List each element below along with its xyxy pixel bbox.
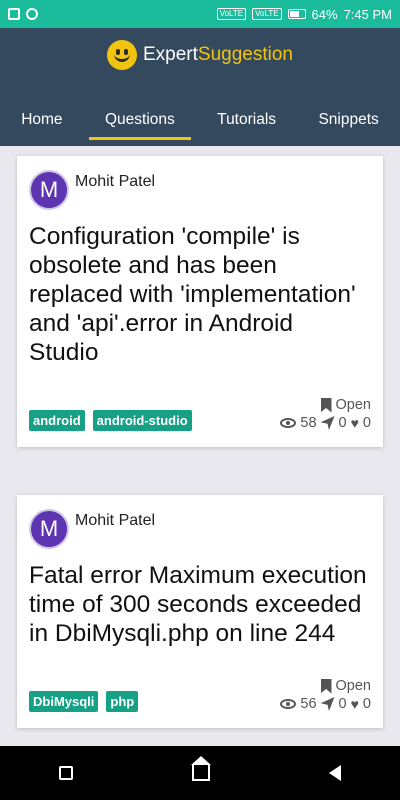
like-count: 0 <box>362 415 371 431</box>
tab-tutorials[interactable]: Tutorials <box>217 103 276 137</box>
like-count: 0 <box>362 696 371 712</box>
heart-icon: ♥ <box>350 415 359 431</box>
avatar[interactable]: M <box>29 170 69 210</box>
battery-icon <box>287 9 306 19</box>
tag-list: DbiMysqli php <box>29 691 139 712</box>
tab-home[interactable]: Home <box>21 103 62 137</box>
question-card[interactable]: M Mohit Patel Configuration 'compile' is… <box>17 156 383 447</box>
question-meta: Open 58 0 ♥ 0 <box>280 397 371 431</box>
avatar[interactable]: M <box>29 509 69 549</box>
brand-part-2: Suggestion <box>197 44 293 65</box>
question-title[interactable]: Fatal error Maximum execution time of 30… <box>29 561 371 648</box>
view-count: 56 <box>300 696 317 712</box>
answer-count: 0 <box>338 696 347 712</box>
author-name[interactable]: Mohit Patel <box>75 512 155 530</box>
brand-part-1: Expert <box>143 44 198 65</box>
volte-badge: VoLTE <box>216 8 247 20</box>
eye-icon <box>280 699 297 709</box>
tag-list: android android-studio <box>29 410 192 431</box>
sync-icon <box>26 8 38 20</box>
heart-icon: ♥ <box>350 696 359 712</box>
bookmark-icon <box>320 678 332 694</box>
main-nav: Home Questions Tutorials Snippets <box>0 100 400 140</box>
app-header: ExpertSuggestion Home Questions Tutorial… <box>0 28 400 146</box>
question-title[interactable]: Configuration 'compile' is obsolete and … <box>29 222 371 367</box>
send-icon <box>320 416 335 430</box>
question-list[interactable]: M Mohit Patel Configuration 'compile' is… <box>0 146 400 746</box>
question-meta: Open 56 0 ♥ 0 <box>280 678 371 712</box>
battery-level: 64% <box>311 6 338 22</box>
author-name[interactable]: Mohit Patel <box>75 173 155 191</box>
recents-button[interactable] <box>59 766 74 780</box>
smiley-logo-icon <box>107 40 137 70</box>
bookmark-icon <box>320 397 332 413</box>
view-count: 58 <box>300 415 317 431</box>
tag-dbimysqli[interactable]: DbiMysqli <box>29 691 99 712</box>
tag-android[interactable]: android <box>29 410 85 431</box>
volte-badge: VoLTE <box>252 8 282 20</box>
answer-count: 0 <box>338 415 347 431</box>
tag-android-studio[interactable]: android-studio <box>92 410 192 431</box>
clock: 7:45 PM <box>343 6 392 22</box>
eye-icon <box>280 418 297 428</box>
back-button[interactable] <box>328 765 341 781</box>
send-icon <box>320 697 335 711</box>
brand-name: ExpertSuggestion <box>143 44 293 66</box>
status-label: Open <box>335 397 371 413</box>
gallery-icon <box>8 8 20 20</box>
status-label: Open <box>335 678 371 694</box>
question-card[interactable]: M Mohit Patel Fatal error Maximum execut… <box>17 495 383 728</box>
tab-questions[interactable]: Questions <box>89 103 191 140</box>
brand-logo[interactable]: ExpertSuggestion <box>0 40 400 70</box>
system-nav-bar <box>0 746 400 800</box>
status-bar: VoLTE VoLTE 64% 7:45 PM <box>0 0 400 28</box>
tag-php[interactable]: php <box>106 691 139 712</box>
tab-snippets[interactable]: Snippets <box>318 103 378 137</box>
home-button[interactable] <box>190 756 211 781</box>
